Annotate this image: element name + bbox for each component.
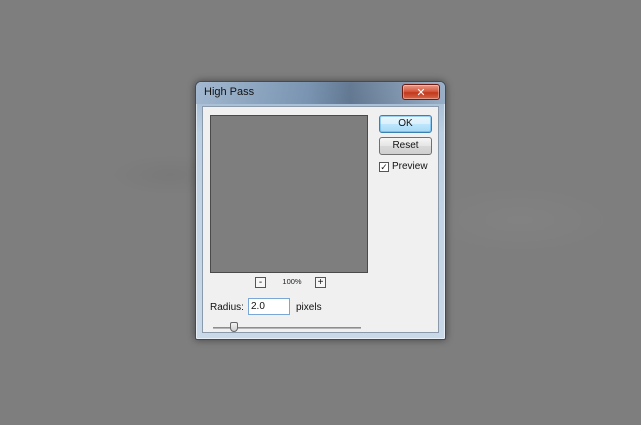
preview-checkbox[interactable]: ✓ Preview — [379, 161, 439, 175]
preview-checkbox-label: Preview — [392, 161, 428, 172]
checkmark-icon[interactable]: ✓ — [379, 162, 389, 172]
dialog-title: High Pass — [204, 86, 255, 98]
radius-input[interactable] — [248, 298, 290, 315]
radius-label: Radius: — [210, 302, 244, 313]
ok-button[interactable]: OK — [379, 115, 432, 133]
zoom-level-text: 100% — [282, 277, 302, 286]
zoom-in-button[interactable]: + — [315, 277, 326, 288]
title-bar[interactable]: High Pass ✕ — [196, 82, 445, 104]
zoom-out-button[interactable]: - — [255, 277, 266, 288]
dialog-body: - 100% + OK Reset ✓ Preview Radius: pixe… — [202, 106, 439, 333]
high-pass-dialog: High Pass ✕ - 100% + OK Reset ✓ Preview … — [195, 81, 446, 340]
close-icon: ✕ — [416, 86, 426, 99]
close-button[interactable]: ✕ — [402, 84, 440, 100]
reset-button[interactable]: Reset — [379, 137, 432, 155]
preview-area[interactable] — [210, 115, 368, 273]
radius-slider-thumb[interactable] — [229, 322, 238, 332]
zoom-controls: - 100% + — [251, 277, 331, 291]
radius-unit-label: pixels — [296, 302, 322, 313]
